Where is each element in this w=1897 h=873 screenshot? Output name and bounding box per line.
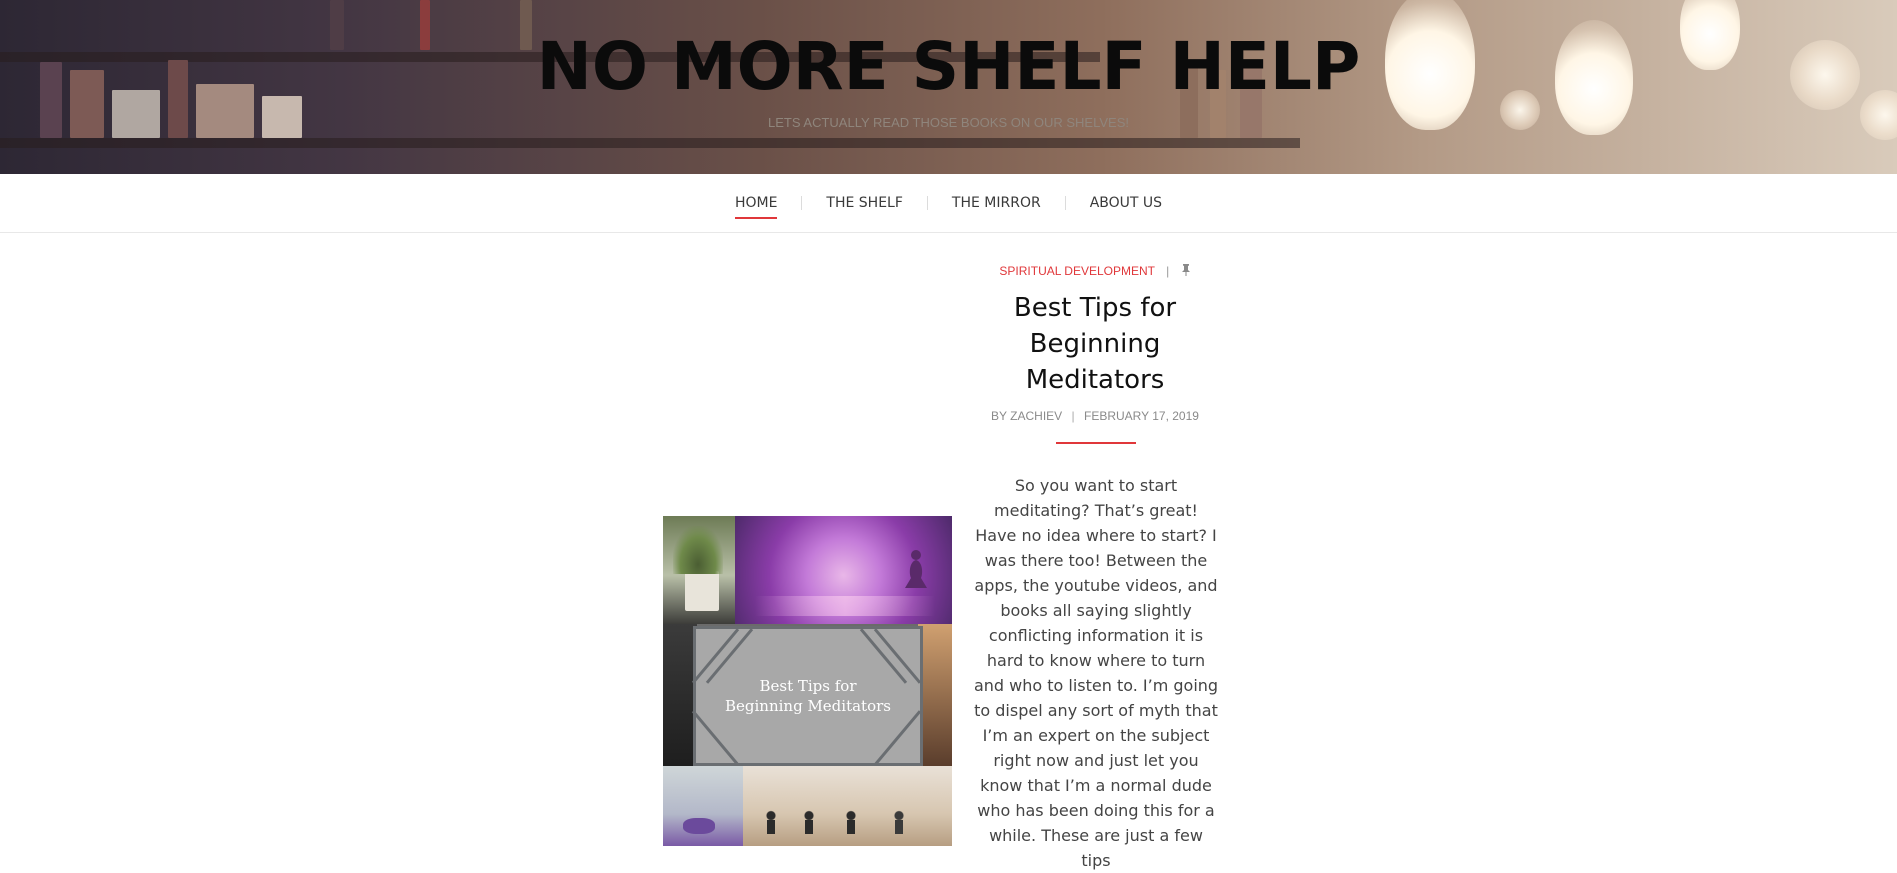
title-underline	[1056, 442, 1136, 444]
nav-divider	[926, 196, 928, 210]
site-tagline: LETS ACTUALLY READ THOSE BOOKS ON OUR SH…	[768, 115, 1129, 130]
post-excerpt: So you want to start meditating? That’s …	[973, 476, 1219, 870]
image-tile-warm	[918, 624, 952, 766]
nav-divider	[801, 196, 803, 210]
pin-icon	[1181, 264, 1191, 279]
nav-item-the-mirror[interactable]: THE MIRROR	[952, 191, 1041, 215]
image-tile-beach	[743, 766, 952, 846]
nav-divider	[1064, 196, 1066, 210]
image-caption-text: Best Tips for Beginning Meditators	[725, 677, 891, 715]
site-title[interactable]: NO MORE SHELF HELP	[0, 28, 1897, 105]
post-featured-image[interactable]: Best Tips for Beginning Meditators	[663, 516, 952, 846]
post-byline: BY ZACHIEV | FEBRUARY 17, 2019	[930, 409, 1260, 423]
site-header-banner: NO MORE SHELF HELP LETS ACTUALLY READ TH…	[0, 0, 1897, 174]
image-tile-chalk	[663, 624, 697, 766]
nav-item-about-us[interactable]: ABOUT US	[1090, 191, 1162, 215]
post-meta-top: SPIRITUAL DEVELOPMENT |	[880, 264, 1310, 279]
nav-item-the-shelf[interactable]: THE SHELF	[826, 191, 903, 215]
post-date-link[interactable]: FEBRUARY 17, 2019	[1084, 409, 1199, 423]
author-link[interactable]: ZACHIEV	[1010, 409, 1062, 423]
shelf-plank	[0, 138, 1300, 148]
image-caption-panel: Best Tips for Beginning Meditators	[691, 626, 923, 766]
meditator-figure-icon	[905, 550, 927, 588]
image-tile-cosmic	[735, 516, 952, 624]
image-tile-plant	[663, 516, 735, 624]
post-title-link[interactable]: Best Tips for Beginning Meditators	[970, 290, 1220, 398]
main-navigation: HOME THE SHELF THE MIRROR ABOUT US	[0, 174, 1897, 233]
meta-separator: |	[1071, 409, 1075, 423]
nav-item-home[interactable]: HOME	[734, 191, 778, 219]
post-category-link[interactable]: SPIRITUAL DEVELOPMENT	[999, 264, 1154, 278]
meta-separator: |	[1166, 264, 1170, 278]
page: NO MORE SHELF HELP LETS ACTUALLY READ TH…	[0, 0, 1897, 870]
byline-prefix: BY	[991, 409, 1007, 423]
image-tile-water	[663, 766, 743, 846]
